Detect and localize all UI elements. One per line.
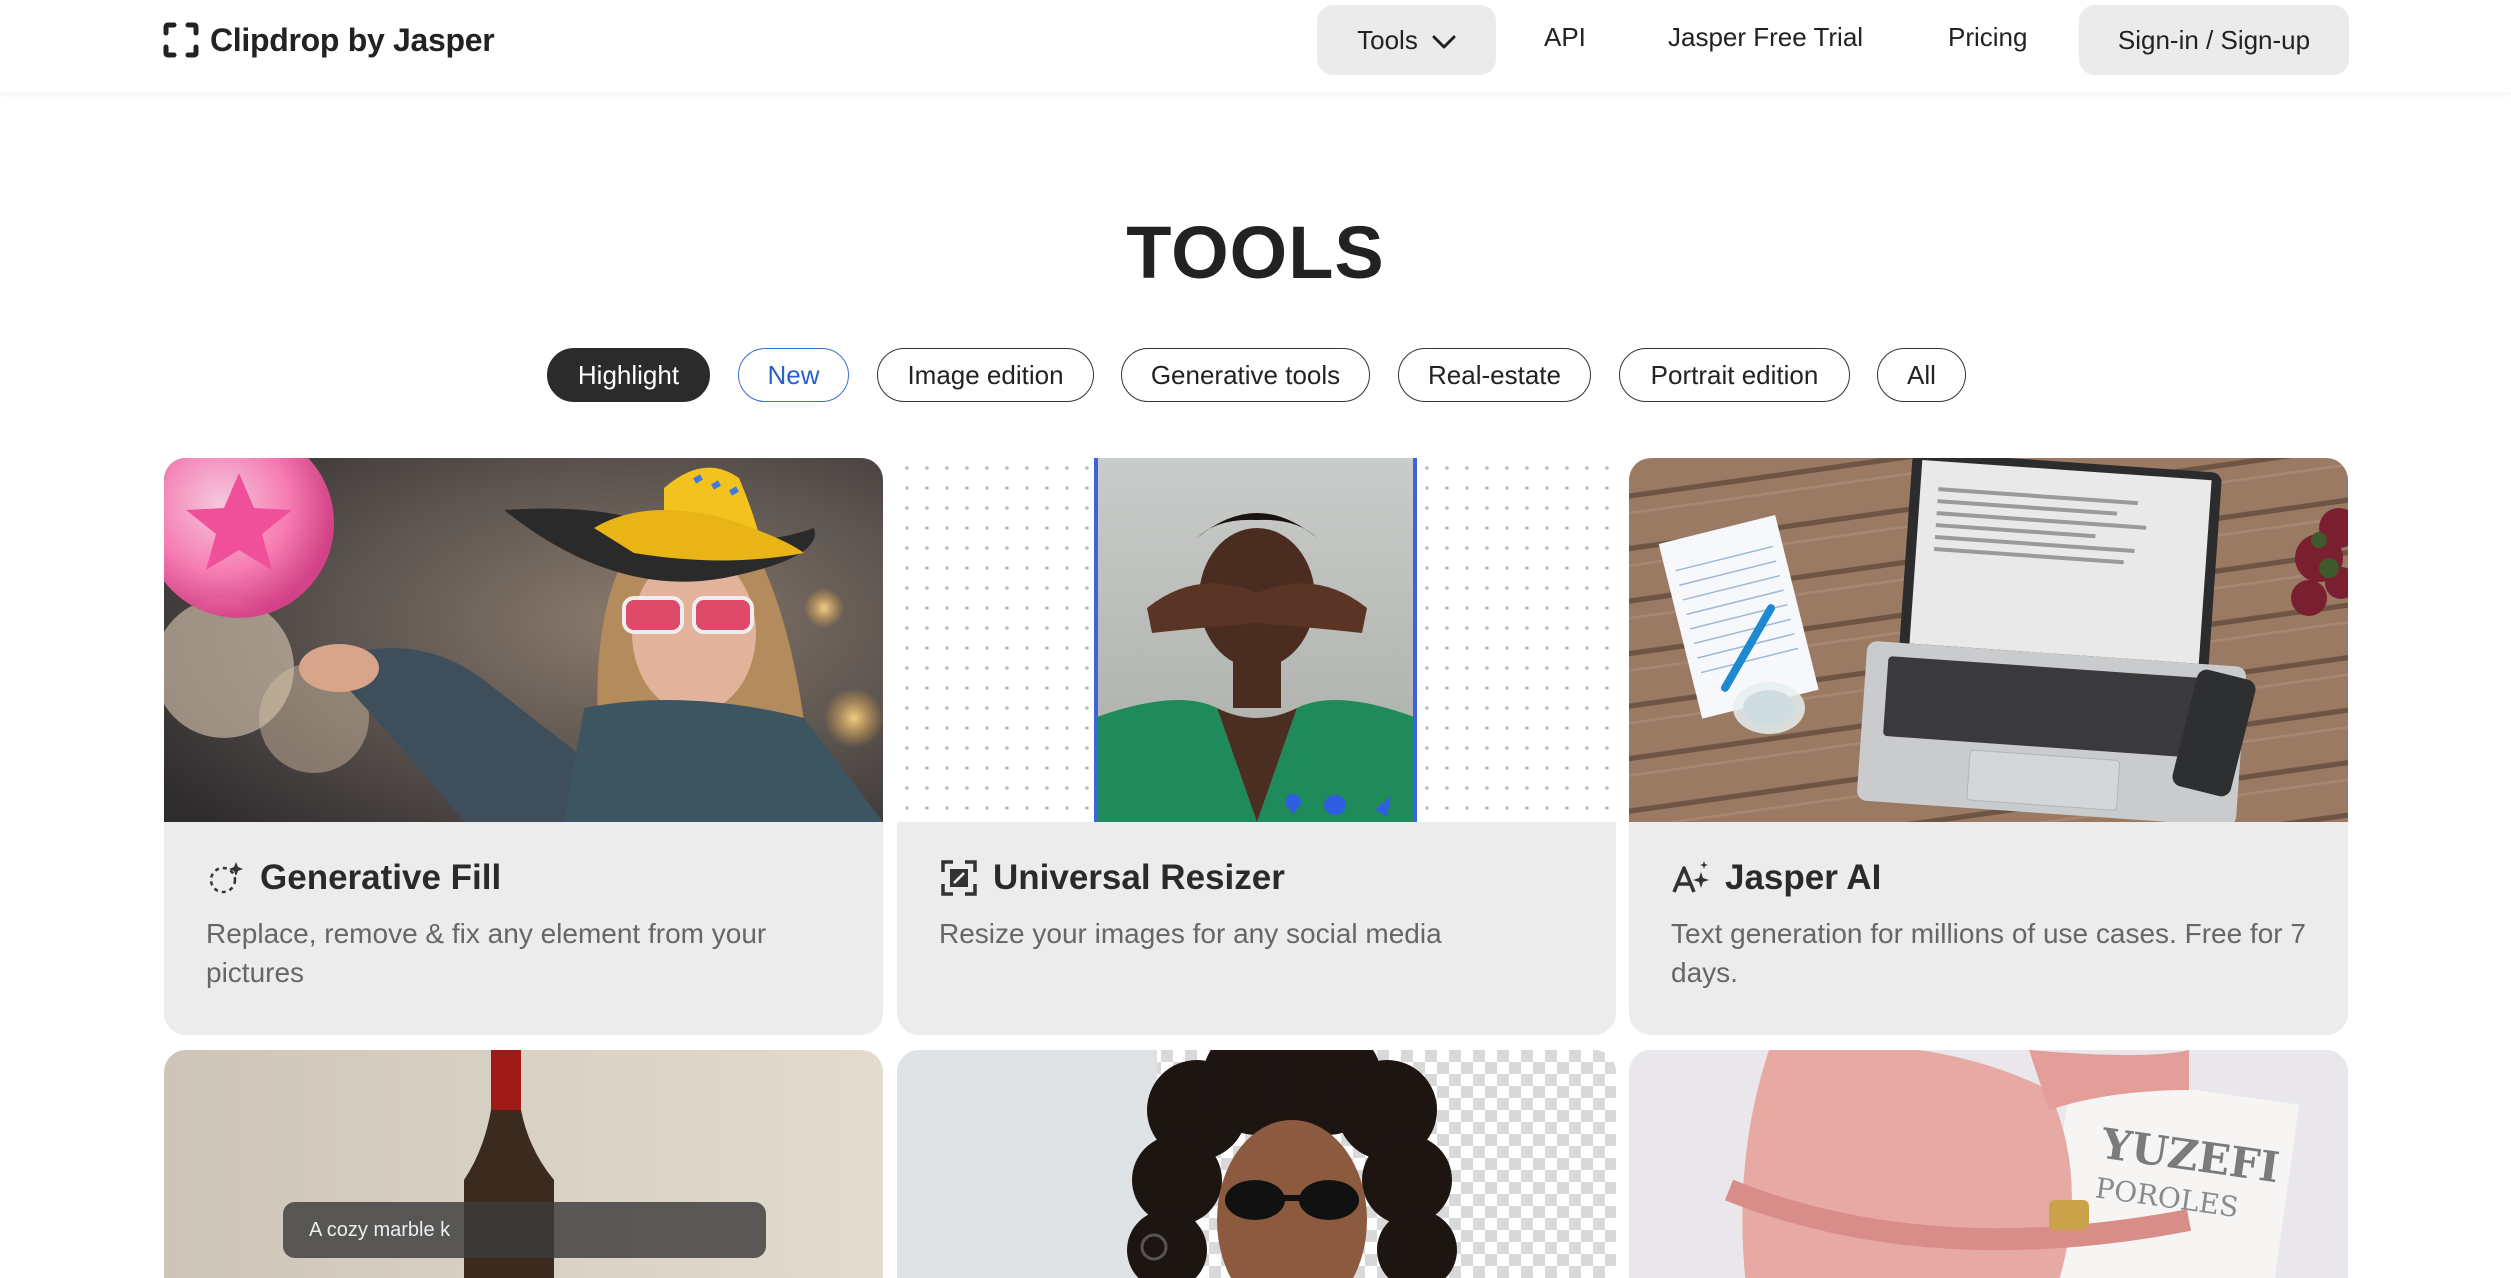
filter-portrait-edition[interactable]: Portrait edition <box>1619 348 1850 402</box>
prompt-preview-field: A cozy marble k <box>283 1202 766 1258</box>
generative-fill-preview-image <box>164 458 883 822</box>
filter-real-estate[interactable]: Real-estate <box>1398 348 1591 402</box>
filter-new[interactable]: New <box>738 348 849 402</box>
logo[interactable]: Clipdrop by Jasper <box>162 20 495 60</box>
nav-api-link[interactable]: API <box>1544 22 1586 53</box>
card-description: Replace, remove & fix any element from y… <box>206 918 767 988</box>
card-title: Generative Fill <box>260 858 502 897</box>
top-nav-bar: Clipdrop by Jasper Tools API Jasper Free… <box>0 0 2511 92</box>
tool-card-product-scene[interactable]: YUZEFI POROLES <box>1629 1050 2348 1278</box>
card-title-row: Jasper AI <box>1671 858 1881 898</box>
resize-icon <box>939 858 979 898</box>
nav-pricing-link[interactable]: Pricing <box>1948 22 2027 53</box>
logo-text: Clipdrop by Jasper <box>210 21 495 58</box>
filter-image-edition[interactable]: Image edition <box>877 348 1094 402</box>
tool-card-jasper-ai[interactable]: Jasper AI Text generation for millions o… <box>1629 458 2348 1035</box>
card-title-row: Universal Resizer <box>939 858 1285 898</box>
tools-label: Tools <box>1357 24 1418 55</box>
tool-card-universal-resizer[interactable]: Universal Resizer Resize your images for… <box>897 458 1616 1035</box>
sign-in-button[interactable]: Sign-in / Sign-up <box>2079 5 2349 75</box>
chevron-down-icon <box>1432 25 1456 56</box>
nav-jasper-trial-link[interactable]: Jasper Free Trial <box>1668 22 1863 53</box>
card-description: Resize your images for any social media <box>939 918 1442 949</box>
filter-all[interactable]: All <box>1877 348 1966 402</box>
card-title-row: Generative Fill <box>206 858 501 898</box>
tools-menu-button[interactable]: Tools <box>1317 5 1496 75</box>
tool-card-remove-background[interactable] <box>897 1050 1616 1278</box>
pink-bag-preview-image: YUZEFI POROLES <box>1629 1050 2348 1278</box>
card-title: Jasper AI <box>1725 858 1882 897</box>
tool-card-product-photo[interactable]: A cozy marble k <box>164 1050 883 1278</box>
jasper-ai-preview-image <box>1629 458 2348 822</box>
page-title: TOOLS <box>1126 211 1385 294</box>
universal-resizer-preview-image <box>897 458 1616 822</box>
tool-card-generative-fill[interactable]: Generative Fill Replace, remove & fix an… <box>164 458 883 1035</box>
clipdrop-logo-icon <box>162 21 200 59</box>
filter-generative-tools[interactable]: Generative tools <box>1121 348 1370 402</box>
card-title: Universal Resizer <box>993 858 1285 897</box>
generative-fill-icon <box>206 858 246 898</box>
filter-highlight[interactable]: Highlight <box>547 348 710 402</box>
ai-text-icon <box>1671 858 1711 898</box>
remove-background-preview-image <box>897 1050 1616 1278</box>
card-description: Text generation for millions of use case… <box>1671 918 2306 988</box>
